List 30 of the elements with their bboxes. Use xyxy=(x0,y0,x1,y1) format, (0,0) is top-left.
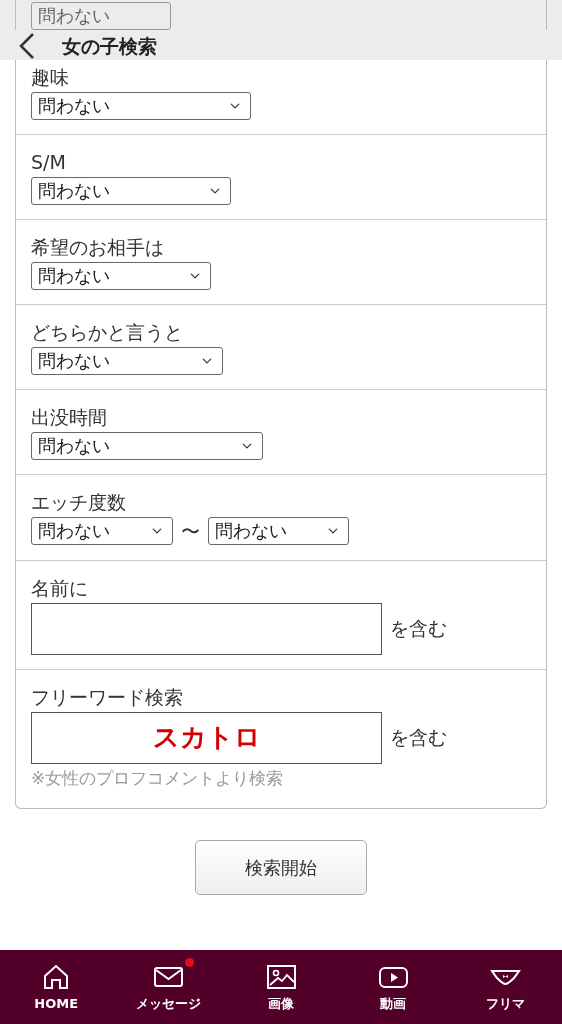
nav-tab[interactable]: メッセージ xyxy=(112,950,225,1024)
field-label: フリーワード検索 xyxy=(31,684,184,710)
nav-tab[interactable]: HOME xyxy=(0,950,113,1024)
field-label: 趣味 xyxy=(31,65,70,90)
text-input-field[interactable]: スカトロ xyxy=(31,711,382,764)
nav-tab[interactable]: 画像 xyxy=(224,950,338,1024)
dropdown[interactable]: 問わない xyxy=(208,517,349,546)
page-title: 女の子検索 xyxy=(62,34,157,59)
field-suffix: を含む xyxy=(390,616,447,642)
field-suffix: を含む xyxy=(390,725,447,751)
dropdown[interactable]: 問わない xyxy=(31,262,211,290)
field-label: 希望のお相手は xyxy=(31,235,165,260)
nav-tab[interactable]: 動画 xyxy=(337,950,450,1024)
dropdown[interactable]: 問わない xyxy=(31,517,173,546)
field-label: どちらかと言うと xyxy=(31,320,184,345)
field-label: 出没時間 xyxy=(31,405,108,430)
dropdown[interactable]: 問わない xyxy=(31,177,231,205)
field-label: S/M xyxy=(31,150,67,175)
field-label: 名前に xyxy=(31,575,89,601)
dropdown[interactable]: 問わない xyxy=(31,2,171,30)
hint-text: ※女性のプロフコメントより検索 xyxy=(31,766,285,790)
field-label: エッチ度数 xyxy=(31,490,127,515)
dropdown[interactable]: 問わない xyxy=(31,92,251,120)
back-icon[interactable] xyxy=(18,32,36,61)
search-button[interactable]: 検索開始 xyxy=(195,839,367,895)
range-separator: 〜 xyxy=(181,519,200,544)
dropdown[interactable]: 問わない xyxy=(31,432,263,460)
dropdown[interactable]: 問わない xyxy=(31,347,223,375)
text-input-field[interactable] xyxy=(31,602,382,655)
nav-tab[interactable]: フリマ xyxy=(449,950,562,1024)
